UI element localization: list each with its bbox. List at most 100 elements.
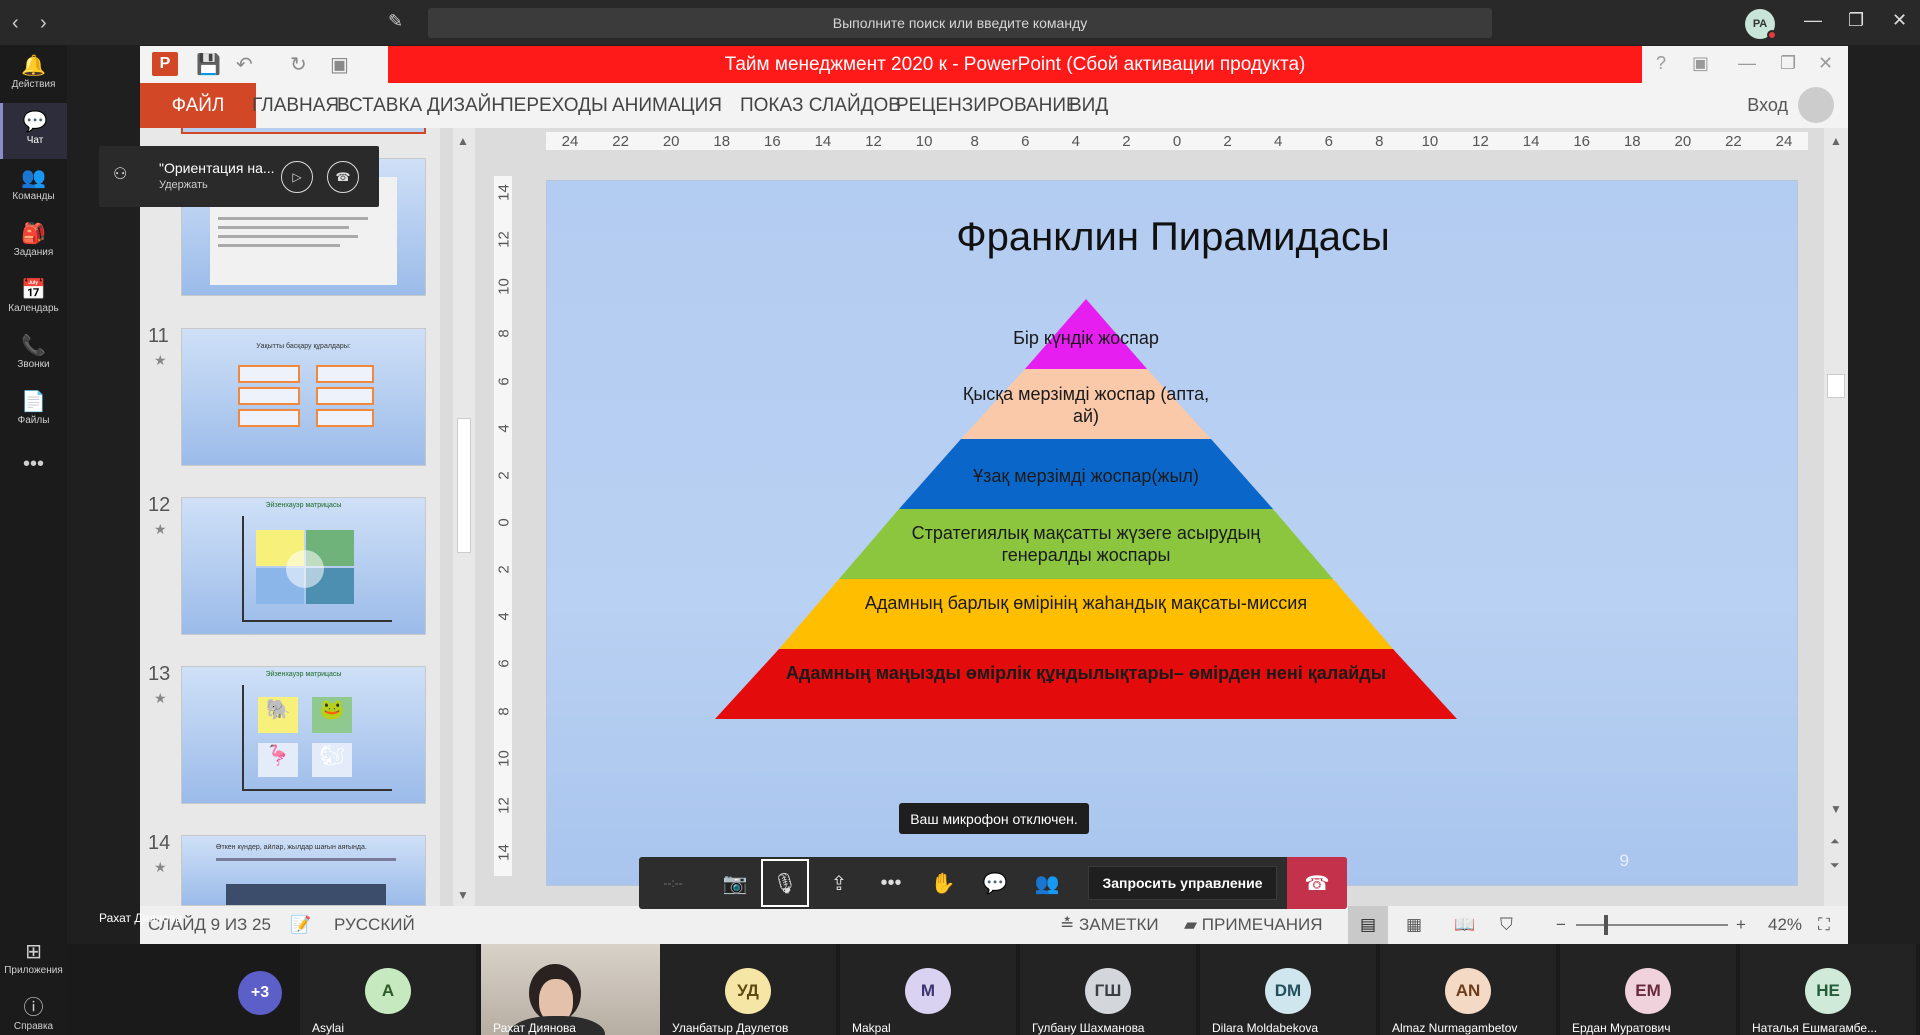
ppt-help-icon[interactable]: ? <box>1656 53 1666 74</box>
rail-item-files[interactable]: 📄 Файлы <box>0 383 67 439</box>
ruler-tick-label: 10 <box>915 133 933 150</box>
ruler-tick-label: 0 <box>1172 133 1182 150</box>
rail-item-chat[interactable]: 💬 Чат <box>0 103 67 159</box>
account-avatar-icon[interactable] <box>1798 87 1834 123</box>
hang-up-button[interactable]: ☎ <box>1287 857 1347 909</box>
rail-more-button[interactable]: ••• <box>0 445 67 481</box>
rail-item-teams[interactable]: 👥 Команды <box>0 159 67 215</box>
participant-tile[interactable]: УД Уланбатыр Даулетов <box>660 944 836 1035</box>
presenter-video-tile[interactable]: Рахат Диянова <box>481 944 661 1035</box>
zoom-in-icon[interactable]: + <box>1736 915 1746 935</box>
ruler-tick-label: 12 <box>495 231 513 248</box>
scrollbar-thumb[interactable] <box>1827 374 1845 398</box>
camera-off-icon[interactable]: 📷 <box>709 857 761 909</box>
tab-animations[interactable]: АНИМАЦИЯ <box>612 83 722 128</box>
participant-tile[interactable]: M Makpal <box>840 944 1016 1035</box>
slide-canvas[interactable]: Франклин Пирамидасы Бір күндік жоспар Қы… <box>546 180 1798 886</box>
hangup-small-icon[interactable]: ☎ <box>327 161 359 193</box>
share-screen-icon[interactable]: ⇪ <box>813 857 865 909</box>
tab-review[interactable]: РЕЦЕНЗИРОВАНИЕ <box>896 83 1079 128</box>
request-control-button[interactable]: Запросить управление <box>1088 866 1277 900</box>
redo-icon[interactable]: ↻ <box>290 52 307 77</box>
rail-item-apps[interactable]: ⊞ Приложения <box>0 933 67 989</box>
slide-thumbnail-13[interactable]: Эйзенхауэр матрицасы 🐘 🐸 🦩 🐿 <box>181 666 426 804</box>
notes-label: ЗАМЕТКИ <box>1078 915 1159 934</box>
zoom-slider-knob[interactable] <box>1604 915 1608 935</box>
compose-icon[interactable]: ✎ <box>388 11 403 32</box>
save-icon[interactable]: 💾 <box>196 52 221 77</box>
zoom-level[interactable]: 42% <box>1768 915 1802 935</box>
tab-transitions[interactable]: ПЕРЕХОДЫ <box>500 83 608 128</box>
undo-icon[interactable]: ↶ <box>236 52 253 77</box>
meeting-chat-icon[interactable]: 💬 <box>969 857 1021 909</box>
participant-tile[interactable]: AN Almaz Nurmagambetov <box>1380 944 1556 1035</box>
minimize-icon[interactable]: — <box>1804 10 1822 31</box>
tab-slideshow[interactable]: ПОКАЗ СЛАЙДОВ <box>740 83 901 128</box>
ppt-restore-icon[interactable]: ❐ <box>1780 53 1796 74</box>
resume-play-icon[interactable]: ▷ <box>281 161 313 193</box>
slideshow-view-icon[interactable]: ⛉ <box>1500 915 1513 935</box>
language-indicator[interactable]: РУССКИЙ <box>334 915 415 935</box>
scroll-down-arrow-icon[interactable]: ▼ <box>1830 802 1842 816</box>
more-actions-icon[interactable]: ••• <box>865 857 917 909</box>
participant-tile[interactable]: DM Dilara Moldabekova <box>1200 944 1376 1035</box>
thumbnail-number: 11 <box>148 325 169 347</box>
slide-thumbnail-14[interactable]: Өткен күндер, айлар, жылдар шағын аяғынд… <box>181 835 426 906</box>
tab-design[interactable]: ДИЗАЙН <box>427 83 505 128</box>
rail-item-activity[interactable]: 🔔 Действия <box>0 47 67 103</box>
scroll-down-arrow-icon[interactable]: ▼ <box>457 888 469 902</box>
rail-item-calendar[interactable]: 📅 Календарь <box>0 271 67 327</box>
scrollbar-thumb[interactable] <box>457 418 471 553</box>
comments-button[interactable]: ▰ ПРИМЕЧАНИЯ <box>1184 915 1323 935</box>
user-avatar[interactable]: РА <box>1745 9 1777 40</box>
ruler-tick-label: 24 <box>1775 133 1793 150</box>
tab-view[interactable]: ВИД <box>1069 83 1108 128</box>
raise-hand-icon[interactable]: ✋ <box>917 857 969 909</box>
previous-slide-icon[interactable]: ⏶ <box>1830 834 1840 849</box>
notes-button[interactable]: ≛ ЗАМЕТКИ <box>1060 915 1159 935</box>
participant-tile[interactable]: ЕМ Ердан Муратович <box>1560 944 1736 1035</box>
teams-title-bar: ‹ › ✎ Выполните поиск или введите команд… <box>0 0 1920 45</box>
forward-arrow-icon[interactable]: › <box>40 12 47 35</box>
rail-item-help[interactable]: ⓘ Справка <box>0 989 67 1035</box>
spellcheck-icon[interactable]: 📝 <box>290 915 311 935</box>
more-participants-badge[interactable]: +3 <box>238 971 282 1015</box>
fit-slide-icon[interactable]: ⛶ <box>1818 915 1830 935</box>
slide-thumbnail-11[interactable]: Уақытты басқару құралдары: <box>181 328 426 466</box>
search-input[interactable]: Выполните поиск или введите команду <box>428 8 1492 38</box>
slideshow-start-icon[interactable]: ▣ <box>330 52 349 77</box>
participant-tile[interactable]: ГШ Гулбану Шахманова <box>1020 944 1196 1035</box>
next-slide-icon[interactable]: ⏷ <box>1830 858 1840 873</box>
sign-in-link[interactable]: Вход <box>1747 95 1788 116</box>
rail-item-assignments[interactable]: 🎒 Задания <box>0 215 67 271</box>
zoom-out-icon[interactable]: − <box>1556 915 1566 935</box>
animation-star-icon: ★ <box>154 352 167 368</box>
restore-icon[interactable]: ❐ <box>1848 10 1864 31</box>
pyramid-label-3: Ұзақ мерзімді жоспар(жыл) <box>973 466 1199 486</box>
scroll-up-arrow-icon[interactable]: ▲ <box>1830 134 1842 148</box>
ppt-ribbon-display-icon[interactable]: ▣ <box>1692 53 1709 74</box>
participants-icon[interactable]: 👥 <box>1021 857 1073 909</box>
ppt-minimize-icon[interactable]: — <box>1738 53 1756 74</box>
slide-thumbnail-12[interactable]: Эйзенхауэр матрицасы <box>181 497 426 635</box>
reading-view-icon[interactable]: 📖 <box>1454 915 1475 935</box>
ruler-tick-label: 2 <box>495 565 513 574</box>
participant-tile[interactable]: A Asylai <box>300 944 476 1035</box>
participant-tile[interactable]: НЕ Наталья Ешмагамбе... <box>1740 944 1916 1035</box>
scroll-up-arrow-icon[interactable]: ▲ <box>457 134 469 148</box>
tab-file[interactable]: ФАЙЛ <box>140 83 256 128</box>
ruler-tick-label: 16 <box>1573 133 1590 150</box>
slide-vertical-scrollbar[interactable]: ▲ ▼ ⏶ ⏷ <box>1824 128 1848 906</box>
close-icon[interactable]: ✕ <box>1892 10 1907 31</box>
zoom-slider-track[interactable] <box>1576 924 1728 926</box>
tab-home[interactable]: ГЛАВНАЯ <box>252 83 339 128</box>
ppt-close-icon[interactable]: ✕ <box>1818 53 1833 74</box>
selected-thumbnail-edge[interactable] <box>181 128 426 134</box>
call-notification[interactable]: ⚇ "Ориентация на... Удержать ▷ ☎ <box>99 146 379 207</box>
rail-item-calls[interactable]: 📞 Звонки <box>0 327 67 383</box>
thumbnails-scrollbar[interactable]: ▲ ▼ <box>453 128 475 906</box>
mic-off-icon[interactable]: 🎙 <box>761 859 809 907</box>
back-arrow-icon[interactable]: ‹ <box>12 12 19 35</box>
tab-insert[interactable]: ВСТАВКА <box>337 83 422 128</box>
slide-sorter-icon[interactable]: ▦ <box>1406 915 1422 935</box>
